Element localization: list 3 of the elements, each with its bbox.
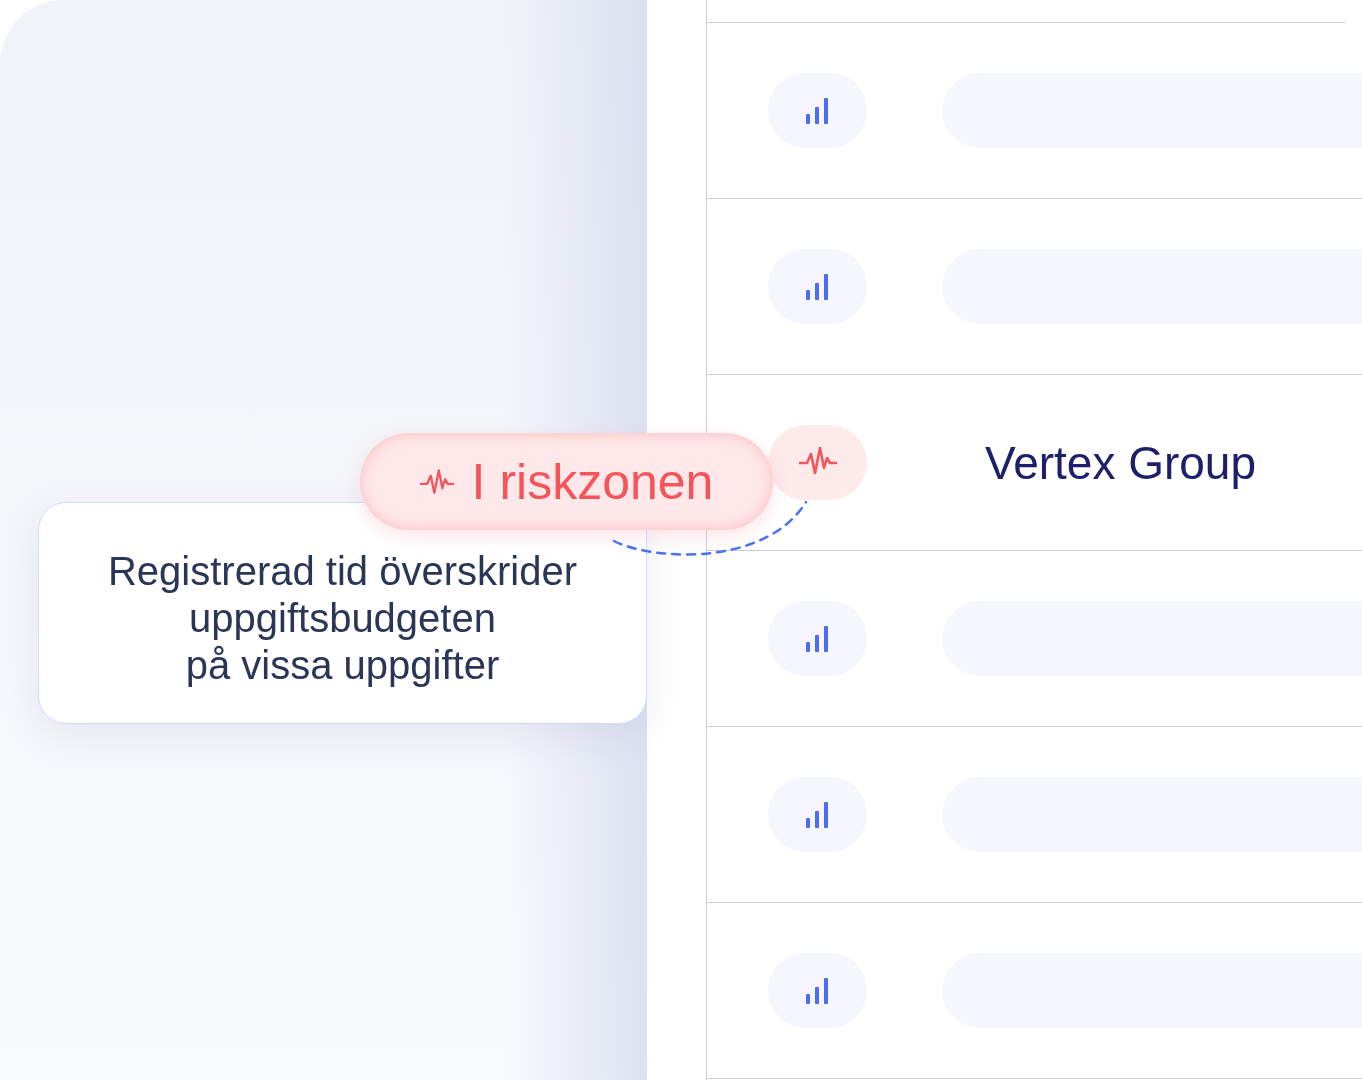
pulse-icon — [419, 466, 454, 497]
badge-label: I riskzonen — [471, 456, 714, 507]
callout-text: Registrerad tid överskrider uppgiftsbudgeten på vissa uppgifter — [107, 547, 578, 689]
